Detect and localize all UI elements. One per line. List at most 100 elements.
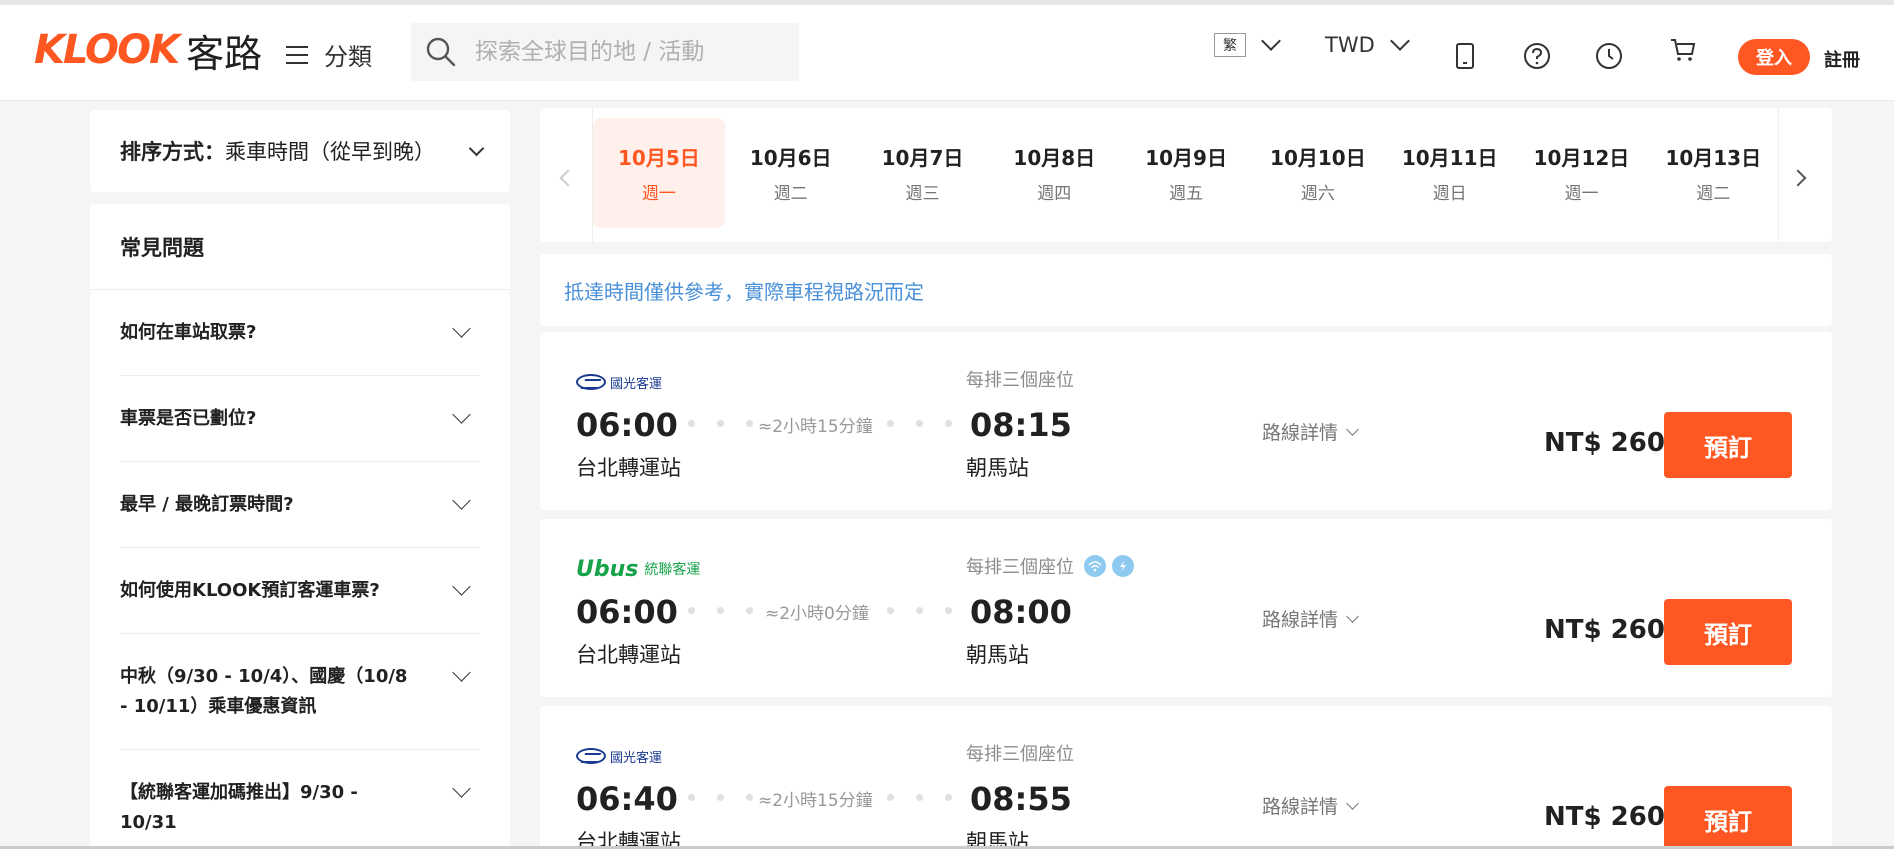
operator-name: 國光客運 <box>610 750 663 766</box>
kuo-kuang-logo-icon <box>576 374 606 390</box>
date-label: 10月13日 <box>1665 146 1762 170</box>
seat-info-label: 每排三個座位 <box>966 557 1074 578</box>
weekday-label: 週一 <box>641 184 676 204</box>
arrival-station: 朝馬站 <box>966 643 1029 667</box>
chevron-down-icon <box>1346 423 1359 436</box>
faq-question: 中秋（9/30 - 10/4）、國慶（10/8 - 10/11）乘車優惠資訊 <box>120 666 408 717</box>
route-dots <box>688 607 753 614</box>
language-selector[interactable]: 繁 <box>1214 31 1281 57</box>
date-tab[interactable]: 10月10日 週六 <box>1252 118 1384 228</box>
trip-card: Ubus 統聯客運 06:00 台北轉運站 ≈2小時0分鐘 每排三個座位 08:… <box>540 519 1832 697</box>
weekday-label: 週三 <box>905 184 940 204</box>
book-button[interactable]: 預訂 <box>1664 786 1792 849</box>
trip-duration: ≈2小時15分鐘 <box>758 417 873 437</box>
mobile-app-icon[interactable] <box>1450 41 1480 71</box>
register-link[interactable]: 註冊 <box>1824 46 1860 72</box>
logo-text-zh: 客路 <box>186 31 263 76</box>
faq-question: 最早 / 最晚訂票時間? <box>120 494 294 515</box>
trip-card: 國光客運 06:00 台北轉運站 ≈2小時15分鐘 每排三個座位 08:15 朝… <box>540 332 1832 510</box>
faq-question: 如何使用KLOOK預訂客運車票? <box>120 580 380 601</box>
route-details-toggle[interactable]: 路線詳情 <box>1262 418 1359 445</box>
currency-selector[interactable]: TWD <box>1325 31 1410 57</box>
weekday-label: 週五 <box>1169 184 1204 204</box>
route-details-toggle[interactable]: 路線詳情 <box>1262 792 1359 819</box>
search-input[interactable] <box>475 39 785 65</box>
date-label: 10月10日 <box>1270 146 1366 170</box>
seat-info: 每排三個座位 <box>966 740 1074 766</box>
date-tab[interactable]: 10月12日週一 <box>1516 118 1648 228</box>
date-tab[interactable]: 10月9日週五 <box>1120 118 1252 228</box>
date-label: 10月12日 <box>1533 146 1630 170</box>
chevron-down-icon <box>452 319 471 338</box>
route-details-toggle[interactable]: 路線詳情 <box>1262 605 1359 632</box>
chevron-down-icon <box>452 405 471 424</box>
date-tab[interactable]: 10月8日 週四 <box>988 118 1120 228</box>
date-tab[interactable]: 10月11日 週日 <box>1384 118 1516 228</box>
departure-time: 06:40 <box>576 780 678 818</box>
search-box[interactable] <box>411 23 799 81</box>
chevron-down-icon <box>452 779 471 798</box>
faq-item[interactable]: 中秋（9/30 - 10/4）、國慶（10/8 - 10/11）乘車優惠資訊 <box>120 634 480 750</box>
cart-icon[interactable] <box>1668 35 1698 65</box>
chevron-down-icon <box>468 140 485 156</box>
seat-info-label: 每排三個座位 <box>966 744 1074 765</box>
trip-card: 國光客運 06:40 台北轉運站 ≈2小時15分鐘 每排三個座位 08:55 朝… <box>540 706 1832 849</box>
sort-prefix: 排序方式： <box>120 140 225 164</box>
faq-item[interactable]: 車票是否已劃位? <box>120 376 480 462</box>
route-dots <box>887 794 952 801</box>
history-clock-icon[interactable] <box>1594 41 1624 71</box>
departure-station: 台北轉運站 <box>576 643 681 667</box>
operator-logo: Ubus 統聯客運 <box>576 556 701 582</box>
date-tab[interactable]: 10月6日 週二 <box>725 118 857 228</box>
route-details-label: 路線詳情 <box>1262 609 1339 631</box>
date-list: 10月5日 週一 10月6日 週二 10月7日 週三 10月8日 週四 10月9日 週五 … <box>593 118 1779 228</box>
route-dots <box>887 420 952 427</box>
route-details-label: 路線詳情 <box>1262 796 1339 818</box>
arrival-station: 朝馬站 <box>966 456 1029 480</box>
date-label: 10月6日 <box>749 146 832 170</box>
category-menu-button[interactable]: 分類 <box>286 37 372 72</box>
ticket-price: NT$ 260 <box>1544 428 1665 458</box>
seat-info-label: 每排三個座位 <box>966 370 1074 391</box>
wifi-icon <box>1084 555 1106 577</box>
sort-value: 乘車時間（從早到晚） <box>225 140 435 164</box>
operator-name: 統聯客運 <box>644 562 701 578</box>
operator-logo: 國光客運 <box>576 372 662 392</box>
sort-dropdown[interactable]: 排序方式： 乘車時間（從早到晚） <box>90 110 510 192</box>
divider <box>1778 108 1779 242</box>
faq-item[interactable]: 如何在車站取票? <box>120 290 480 376</box>
ticket-price: NT$ 260 <box>1544 615 1665 645</box>
category-label: 分類 <box>324 43 372 71</box>
login-button[interactable]: 登入 <box>1738 39 1810 75</box>
chevron-left-icon[interactable] <box>559 169 577 187</box>
klook-logo[interactable]: KLOOK 客路 <box>34 27 262 76</box>
ticket-price: NT$ 260 <box>1544 802 1665 832</box>
help-icon[interactable] <box>1522 41 1552 71</box>
faq-item[interactable]: 如何使用KLOOK預訂客運車票? <box>120 548 480 634</box>
date-tab[interactable]: 10月13日 週二 <box>1647 118 1779 228</box>
book-button[interactable]: 預訂 <box>1664 412 1792 478</box>
arrival-time: 08:55 <box>970 780 1072 818</box>
book-button[interactable]: 預訂 <box>1664 599 1792 665</box>
chevron-right-icon[interactable] <box>1789 169 1807 187</box>
weekday-label: 週四 <box>1037 184 1072 204</box>
date-label: 10月9日 <box>1145 146 1227 170</box>
faq-item[interactable]: 最早 / 最晚訂票時間? <box>120 462 480 548</box>
search-icon <box>426 37 456 67</box>
route-dots <box>688 794 753 801</box>
seat-info: 每排三個座位 <box>966 553 1134 579</box>
seat-info: 每排三個座位 <box>966 366 1074 392</box>
date-tab[interactable]: 10月7日 週三 <box>857 118 989 228</box>
operator-name: 國光客運 <box>610 376 663 392</box>
hamburger-icon <box>286 45 308 64</box>
date-tab[interactable]: 10月5日 週一 <box>593 118 725 228</box>
faq-panel: 常見問題 如何在車站取票? 車票是否已劃位? 最早 / 最晚訂票時間? 如何使用… <box>90 204 510 849</box>
faq-item[interactable]: 【統聯客運加碼推出】9/30 - 10/31 <box>120 750 480 849</box>
logo-text-en: KLOOK <box>34 27 180 73</box>
departure-time: 06:00 <box>576 406 678 444</box>
departure-time: 06:00 <box>576 593 678 631</box>
chevron-down-icon <box>452 577 471 596</box>
faq-question: 車票是否已劃位? <box>120 408 257 429</box>
ubus-logo-text: Ubus <box>576 556 639 582</box>
weekday-label: 週一 <box>1564 184 1599 204</box>
